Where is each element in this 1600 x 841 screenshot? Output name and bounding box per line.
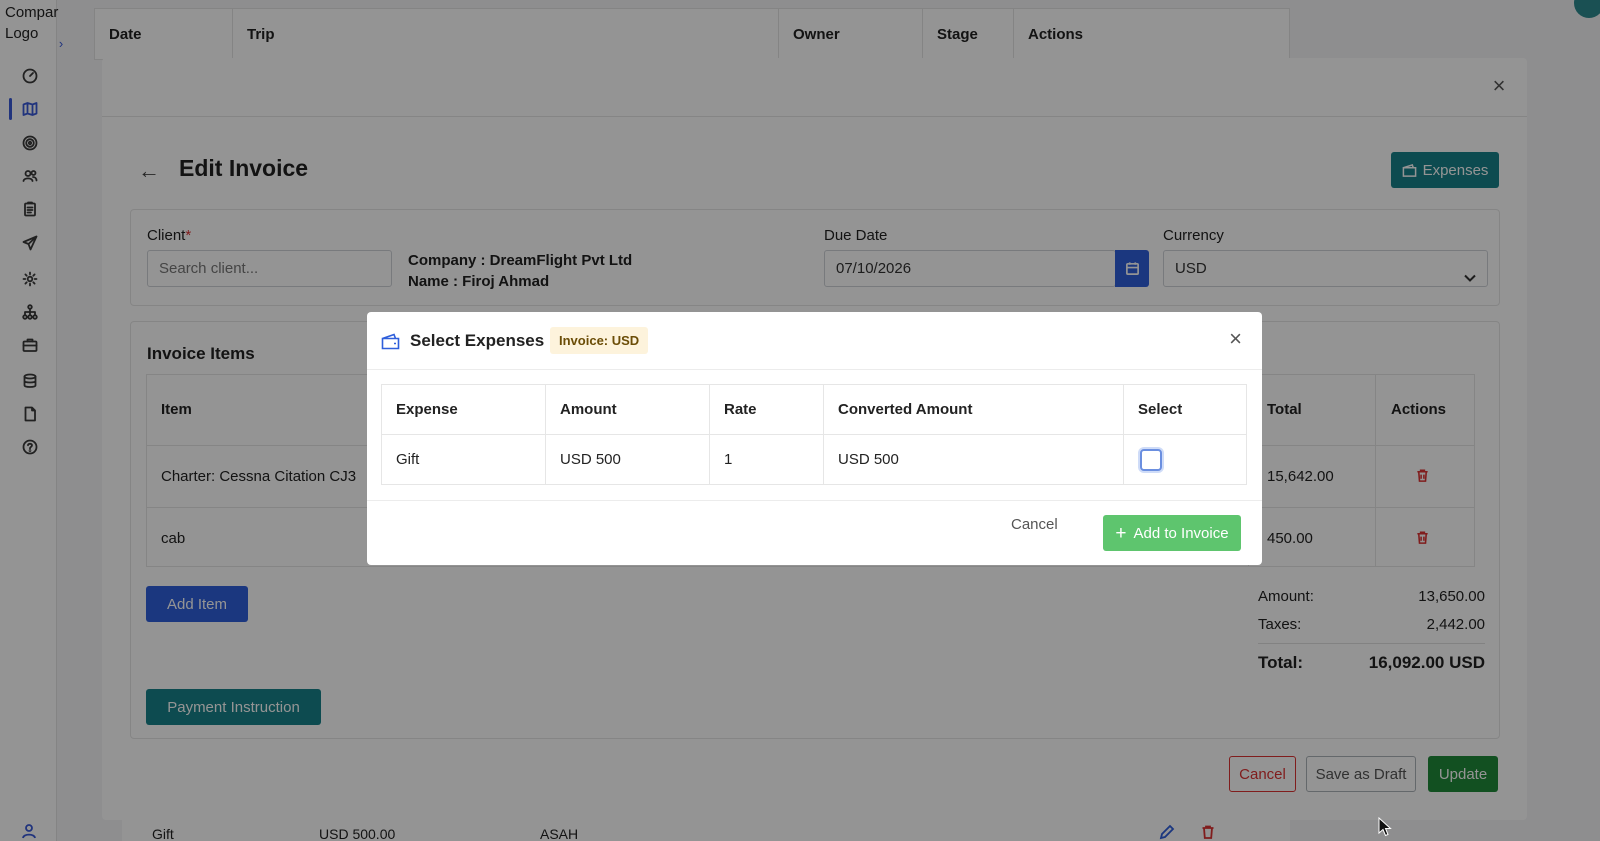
divider: [382, 434, 1246, 435]
column-header-rate: Rate: [724, 401, 757, 418]
add-to-invoice-button[interactable]: + Add to Invoice: [1103, 515, 1241, 551]
column-header-amount: Amount: [560, 401, 617, 418]
dialog-cancel-button[interactable]: Cancel: [1011, 516, 1058, 533]
column-header-converted-amount: Converted Amount: [838, 401, 973, 418]
add-to-invoice-label: Add to Invoice: [1133, 524, 1229, 542]
expense-rate: 1: [724, 451, 733, 468]
invoice-currency-badge: Invoice: USD: [550, 327, 649, 354]
select-expenses-dialog: Select Expenses Invoice: USD × Expense A…: [367, 312, 1262, 565]
dialog-title: Select Expenses: [410, 331, 545, 350]
wallet-icon: [381, 333, 400, 353]
column-header-expense: Expense: [396, 401, 458, 418]
plus-icon: +: [1115, 522, 1127, 544]
expense-converted-amount: USD 500: [838, 451, 899, 468]
expenses-table: Expense Amount Rate Converted Amount Sel…: [381, 384, 1247, 485]
expense-name: Gift: [396, 451, 420, 468]
mouse-cursor-icon: [1378, 816, 1392, 840]
divider: [367, 369, 1262, 370]
expense-amount: USD 500: [560, 451, 621, 468]
select-expense-checkbox[interactable]: [1140, 449, 1162, 471]
column-header-select: Select: [1138, 401, 1183, 418]
divider: [367, 500, 1262, 501]
dialog-close-icon[interactable]: ×: [1229, 328, 1242, 350]
